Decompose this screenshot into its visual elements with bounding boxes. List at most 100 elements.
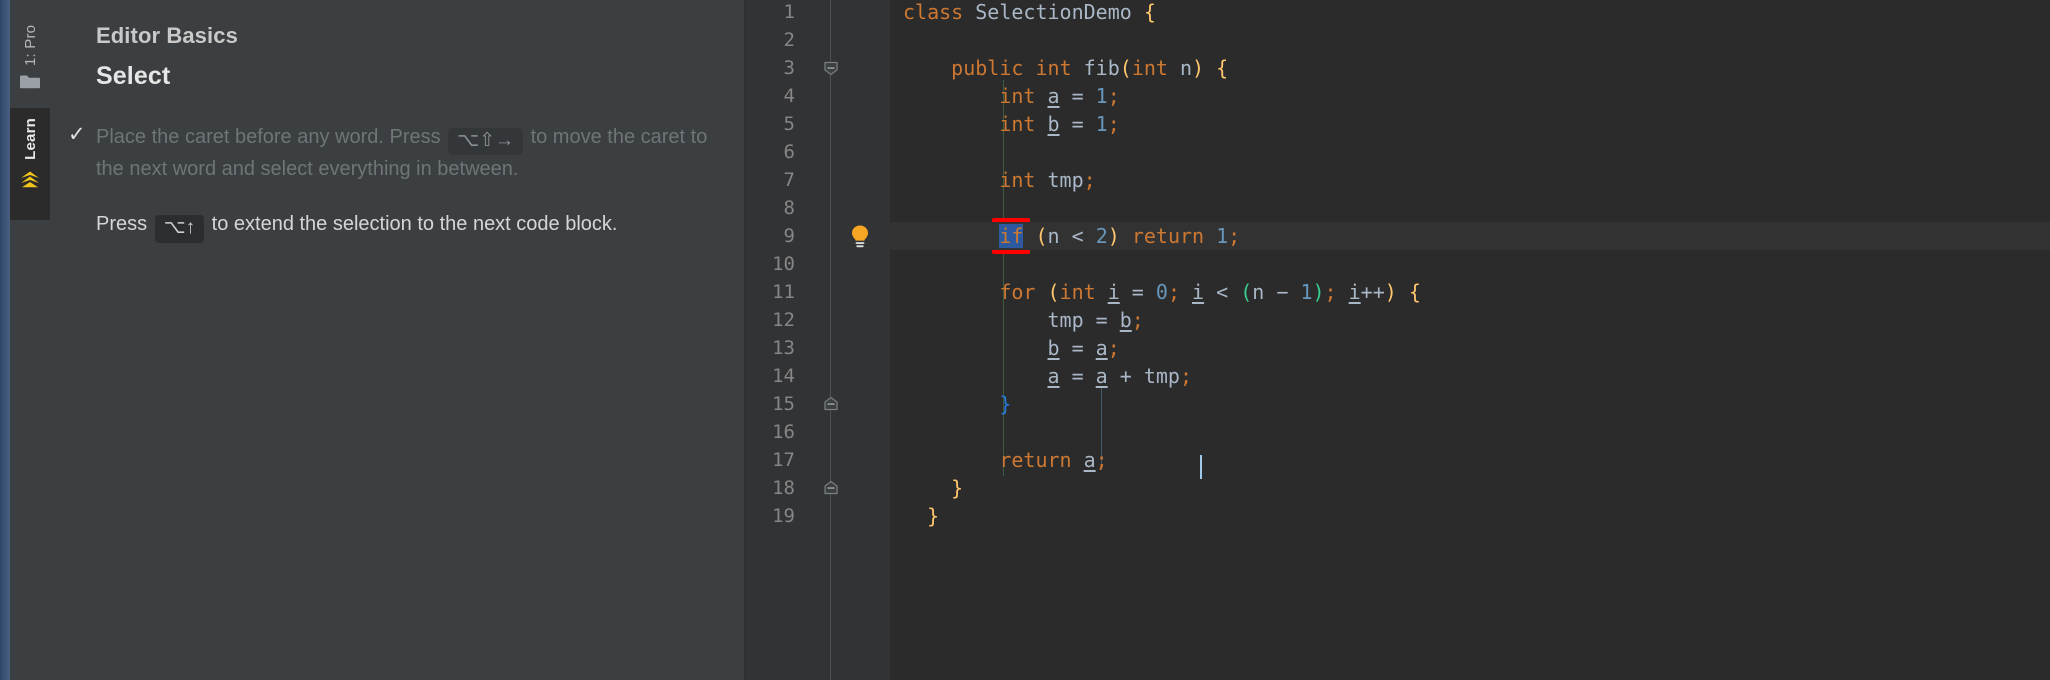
code-line[interactable] (890, 26, 2050, 54)
lesson-task: Press ⌥↑ to extend the selection to the … (96, 210, 708, 243)
code-token: ; (1107, 84, 1120, 108)
code-line[interactable]: int b = 1; (890, 110, 2050, 138)
code-token: = (1059, 84, 1096, 108)
line-number: 5 (783, 113, 795, 135)
line-number: 3 (783, 57, 795, 79)
ide-window: 1: Pro Learn Editor Basics Select ✓ Place… (0, 0, 2050, 680)
code-line[interactable]: return a; (890, 446, 2050, 474)
code-line[interactable]: if (n < 2) return 1; (890, 222, 2050, 250)
code-token: 1 (1095, 84, 1108, 108)
code-fold-toggle[interactable] (823, 60, 839, 76)
code-token: a (1047, 84, 1060, 108)
line-number: 17 (772, 449, 795, 471)
code-token: ) (1192, 56, 1205, 80)
tool-tab-learn-label: Learn (21, 118, 39, 160)
code-line[interactable]: } (890, 390, 2050, 418)
code-line[interactable]: int a = 1; (890, 82, 2050, 110)
task-complete-check-icon: ✓ (68, 122, 86, 146)
code-token: = (1059, 112, 1096, 136)
code-line[interactable]: } (890, 474, 2050, 502)
code-token: 1 (1216, 224, 1229, 248)
code-token: fib (1083, 56, 1120, 80)
code-line[interactable] (890, 138, 2050, 166)
code-line[interactable]: class SelectionDemo { (890, 0, 2050, 26)
code-editor[interactable]: 1 2 3 4 5 6 7 8 9 10 11 12 13 14 15 16 17 18 19 class Sele… (745, 0, 2050, 680)
intention-lightbulb-icon[interactable] (849, 224, 871, 250)
code-token: tmp (1143, 364, 1180, 388)
code-token: int (999, 168, 1036, 192)
code-token: = (1083, 308, 1120, 332)
code-line[interactable]: tmp = b; (890, 306, 2050, 334)
tool-tab-learn[interactable]: Learn (10, 108, 50, 220)
code-line[interactable]: } (890, 502, 2050, 530)
code-line[interactable]: b = a; (890, 334, 2050, 362)
code-token: tmp (1047, 168, 1084, 192)
code-token: ; (1167, 280, 1180, 304)
task-text-run: to extend the selection to the next code… (206, 213, 618, 236)
code-line[interactable]: a = a + tmp; (890, 362, 2050, 390)
code-token: int (1131, 56, 1168, 80)
code-token: ( (1119, 56, 1132, 80)
code-token: ; (1083, 168, 1096, 192)
code-token: 1 (1095, 112, 1108, 136)
line-number: 18 (772, 477, 795, 499)
code-token: ( (1240, 280, 1253, 304)
code-line[interactable]: public int fib(int n) { (890, 54, 2050, 82)
line-number: 19 (772, 505, 795, 527)
code-token: = (1119, 280, 1156, 304)
code-line[interactable] (890, 418, 2050, 446)
code-token: int (1059, 280, 1096, 304)
lesson-course-name: Editor Basics (96, 23, 238, 48)
code-token: = (1059, 364, 1096, 388)
code-token: ; (1324, 280, 1337, 304)
code-fold-toggle[interactable] (823, 480, 839, 496)
code-token: n (1047, 224, 1060, 248)
line-number: 11 (772, 281, 795, 303)
shortcut-key-badge: ⌥⇧→ (448, 127, 524, 156)
code-token: ; (1107, 336, 1120, 360)
code-line[interactable]: for (int i = 0; i < (n − 1); i++) { (890, 278, 2050, 306)
lesson-task: ✓ Place the caret before any word. Press … (68, 123, 708, 185)
editor-gutter[interactable]: 1 2 3 4 5 6 7 8 9 10 11 12 13 14 15 16 17 18 19 (745, 0, 890, 680)
window-left-edge (0, 0, 10, 680)
code-token: ; (1131, 308, 1144, 332)
lesson-task-list: ✓ Place the caret before any word. Press … (68, 123, 708, 243)
code-token: = (1059, 336, 1096, 360)
code-fold-toggle[interactable] (823, 396, 839, 412)
code-token: ; (1228, 224, 1241, 248)
code-token: a (1083, 448, 1096, 472)
task-text: Press ⌥↑ to extend the selection to the … (96, 210, 708, 243)
code-token: ++ (1360, 280, 1385, 304)
line-number: 1 (783, 1, 795, 23)
code-line[interactable] (890, 250, 2050, 278)
learn-panel: Editor Basics Select ✓ Place the caret be… (50, 0, 745, 680)
tool-tab-project-label: 1: Pro (21, 24, 39, 66)
code-token: < (1059, 224, 1096, 248)
code-token: ) (1312, 280, 1325, 304)
line-number: 2 (783, 29, 795, 51)
code-content-area[interactable]: class SelectionDemo { public int fib(int… (890, 0, 2050, 680)
code-line[interactable]: int tmp; (890, 166, 2050, 194)
tool-tab-project[interactable]: 1: Pro (10, 0, 50, 108)
code-line[interactable] (890, 194, 2050, 222)
code-token: public (951, 56, 1024, 80)
